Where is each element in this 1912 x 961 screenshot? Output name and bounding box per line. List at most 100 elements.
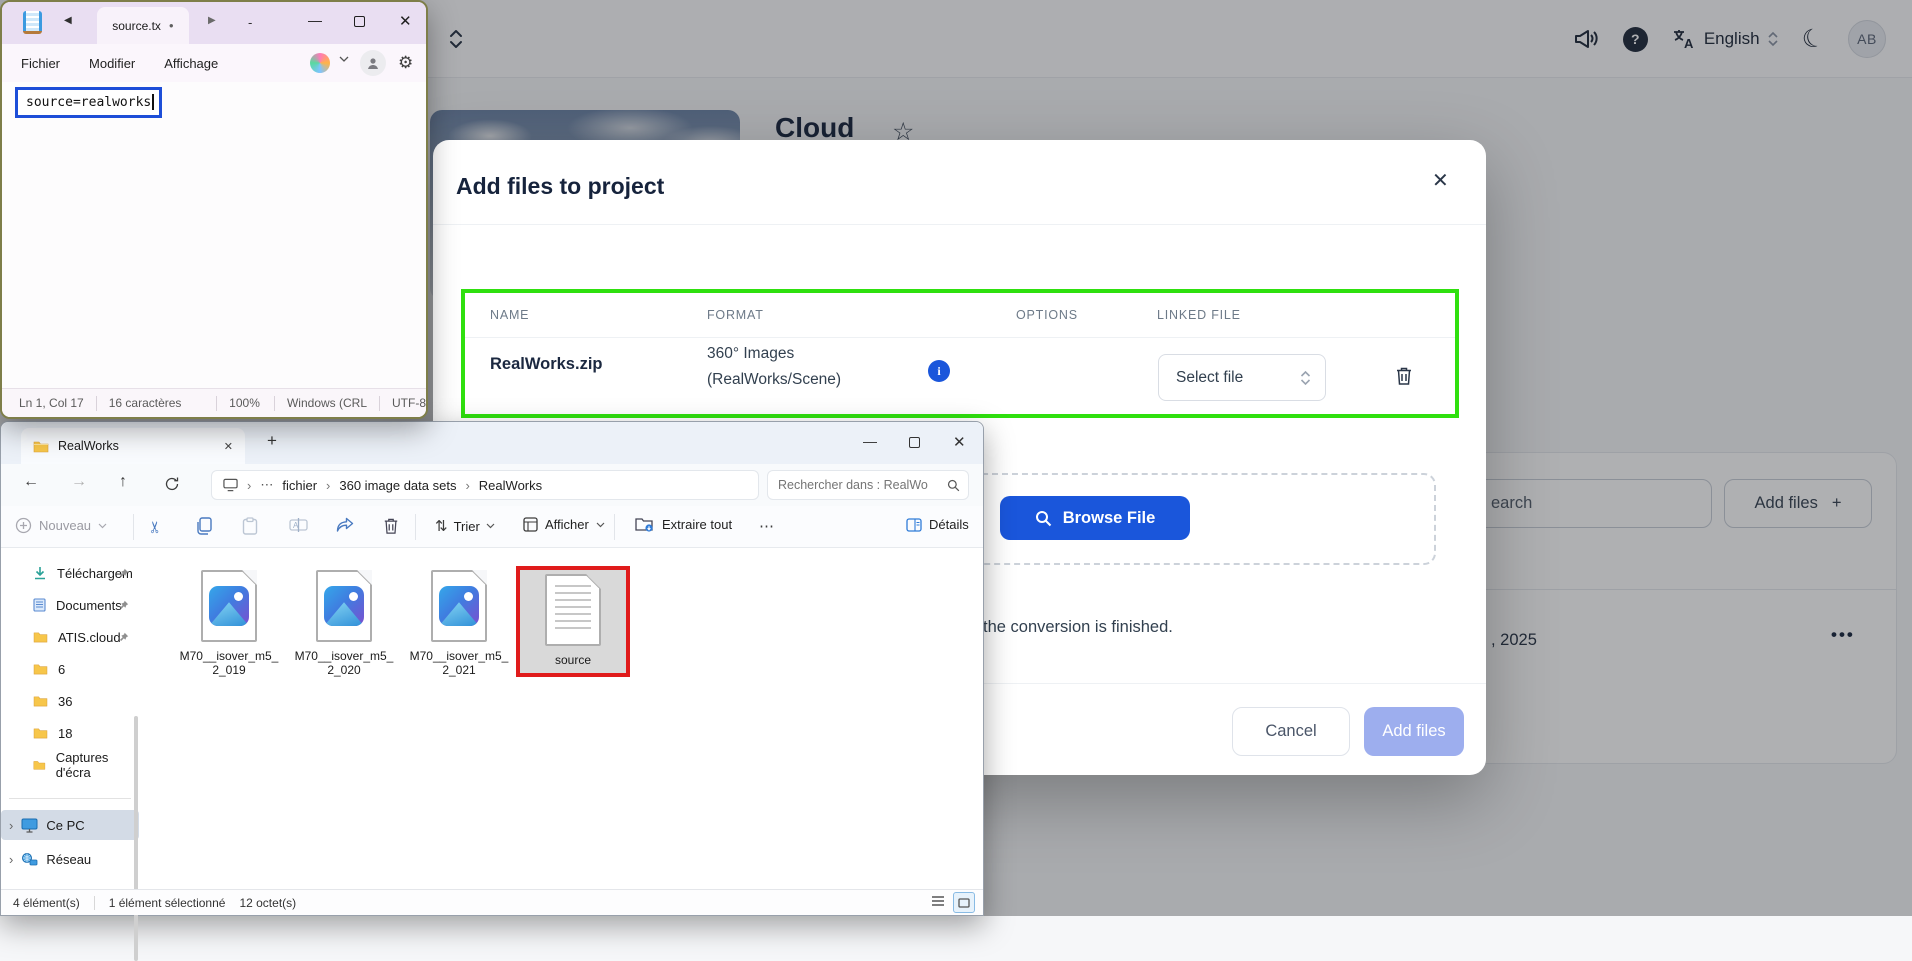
sidebar-item-network[interactable]: › Réseau	[1, 844, 139, 874]
breadcrumb-overflow[interactable]: ⋯	[260, 477, 273, 493]
view-icon	[523, 517, 538, 532]
sidebar-item-folder-6[interactable]: 6	[9, 654, 133, 684]
sidebar-item-folder-36[interactable]: 36	[9, 686, 133, 716]
extract-all-button[interactable]: Extraire tout	[635, 517, 732, 532]
item-count: 4 élément(s)	[13, 896, 80, 910]
svg-text:A: A	[293, 521, 299, 530]
search-icon	[1035, 510, 1052, 527]
file-name-cell: RealWorks.zip	[490, 355, 602, 374]
chevron-right-icon: ›	[9, 818, 13, 833]
line-ending[interactable]: Windows (CRL	[287, 396, 367, 410]
info-icon[interactable]: i	[928, 360, 950, 382]
sidebar-scrollbar[interactable]	[134, 716, 138, 961]
select-file-dropdown[interactable]: Select file	[1158, 354, 1326, 401]
network-icon	[21, 852, 38, 867]
breadcrumb-chevron: ›	[465, 478, 469, 493]
account-icon[interactable]	[360, 50, 386, 76]
folder-icon	[33, 727, 48, 739]
tab-close-icon[interactable]: ✕	[224, 440, 233, 453]
notepad-editor[interactable]: source=realworks	[2, 82, 426, 388]
cancel-button[interactable]: Cancel	[1232, 707, 1350, 756]
more-toolbar-icon[interactable]: ⋯	[759, 517, 774, 535]
file-tile-image-1[interactable]: M70__isover_m5_2_019	[175, 570, 283, 677]
menu-edit[interactable]: Modifier	[89, 56, 135, 71]
menu-view[interactable]: Affichage	[164, 56, 218, 71]
close-icon[interactable]: ✕	[1432, 168, 1449, 193]
sort-button[interactable]: ⇅ Trier	[435, 517, 495, 535]
large-icons-view-icon[interactable]	[953, 892, 975, 913]
tab-scroll-right-icon[interactable]: ▶	[208, 15, 216, 26]
explorer-search-box[interactable]	[767, 470, 969, 500]
folder-icon	[33, 695, 48, 707]
column-header-format: FORMAT	[707, 293, 764, 337]
cursor-position: Ln 1, Col 17	[19, 396, 84, 410]
view-button[interactable]: Afficher	[523, 517, 605, 532]
list-view-icon[interactable]	[931, 895, 945, 907]
delete-file-icon[interactable]	[1395, 366, 1413, 386]
editor-text-annotated-blue[interactable]: source=realworks	[15, 87, 162, 118]
back-icon[interactable]: ←	[23, 473, 39, 491]
sidebar-item-documents[interactable]: Documents	[9, 590, 133, 620]
explorer-tab-bar: RealWorks ✕ + — ✕	[1, 422, 983, 464]
refresh-icon[interactable]	[164, 476, 180, 492]
explorer-tab[interactable]: RealWorks ✕	[21, 428, 245, 464]
files-table-annotated-green: NAME FORMAT OPTIONS LINKED FILE RealWork…	[461, 289, 1459, 418]
minimize-button[interactable]: —	[308, 12, 322, 28]
sidebar-item-atis-cloud[interactable]: ATIS.cloud	[9, 622, 133, 652]
chevron-right-icon: ›	[9, 852, 13, 867]
notepad-app-icon	[23, 11, 42, 34]
up-icon[interactable]: ↑	[119, 473, 127, 491]
table-header-divider	[465, 337, 1455, 338]
new-button[interactable]: Nouveau	[15, 517, 107, 534]
maximize-button[interactable]	[909, 437, 920, 448]
file-name: M70__isover_m5_2_020	[290, 649, 398, 677]
sidebar-item-folder-18[interactable]: 18	[9, 718, 133, 748]
close-button[interactable]: ✕	[399, 12, 412, 30]
sidebar-item-this-pc[interactable]: › Ce PC	[1, 810, 139, 840]
download-icon	[33, 566, 47, 580]
chevron-down-icon[interactable]	[339, 56, 349, 63]
tab-scroll-left-icon[interactable]: ◀	[64, 15, 72, 26]
unsaved-indicator-icon: ●	[169, 21, 174, 30]
explorer-nav-bar: ← → ↑ › ⋯ fichier › 360 image data sets …	[1, 464, 983, 506]
share-icon[interactable]	[336, 517, 354, 534]
explorer-search-input[interactable]	[778, 478, 947, 492]
zoom-level[interactable]: 100%	[229, 396, 262, 410]
selection-size: 12 octet(s)	[239, 896, 296, 910]
minimize-button[interactable]: —	[863, 433, 877, 449]
details-button[interactable]: Détails	[906, 517, 969, 532]
copilot-icon[interactable]	[310, 53, 330, 73]
breadcrumb-datasets[interactable]: 360 image data sets	[339, 478, 456, 493]
forward-icon[interactable]: →	[71, 473, 87, 491]
file-tile-source-annotated-red[interactable]: source	[516, 566, 630, 677]
copy-icon[interactable]	[195, 517, 212, 535]
notepad-tab[interactable]: source.tx ●	[97, 7, 189, 44]
cut-icon[interactable]: ✂	[146, 520, 166, 533]
add-files-submit-button[interactable]: Add files	[1364, 707, 1464, 756]
breadcrumb-fichier[interactable]: fichier	[282, 478, 317, 493]
sidebar-item-downloads[interactable]: Téléchargem	[9, 558, 133, 588]
maximize-button[interactable]	[354, 16, 365, 27]
notepad-title-bar: ◀ source.tx ● ▶ - — ✕	[2, 2, 426, 44]
encoding[interactable]: UTF-8	[392, 396, 426, 410]
this-pc-icon	[21, 818, 38, 833]
sidebar-item-screenshots[interactable]: Captures d'écra	[9, 750, 133, 780]
folder-icon	[33, 663, 48, 675]
new-tab-dash-icon[interactable]: -	[248, 15, 252, 30]
browse-file-button[interactable]: Browse File	[1000, 496, 1190, 540]
notepad-tab-title: source.tx	[112, 19, 161, 33]
file-name: M70__isover_m5_2_019	[175, 649, 283, 677]
rename-icon[interactable]: A	[289, 517, 308, 533]
address-bar[interactable]: › ⋯ fichier › 360 image data sets › Real…	[211, 470, 759, 500]
file-tile-image-3[interactable]: M70__isover_m5_2_021	[405, 570, 513, 677]
settings-gear-icon[interactable]: ⚙	[398, 53, 413, 73]
file-tile-image-2[interactable]: M70__isover_m5_2_020	[290, 570, 398, 677]
delete-icon[interactable]	[383, 517, 399, 535]
menu-file[interactable]: Fichier	[21, 56, 60, 71]
notepad-status-bar: Ln 1, Col 17 16 caractères 100% Windows …	[2, 388, 426, 417]
breadcrumb-realworks[interactable]: RealWorks	[479, 478, 542, 493]
close-button[interactable]: ✕	[953, 433, 966, 451]
new-tab-icon[interactable]: +	[267, 431, 277, 451]
explorer-toolbar: Nouveau ✂ A ⇅ Trier Afficher	[1, 506, 983, 548]
paste-icon[interactable]	[242, 517, 258, 535]
